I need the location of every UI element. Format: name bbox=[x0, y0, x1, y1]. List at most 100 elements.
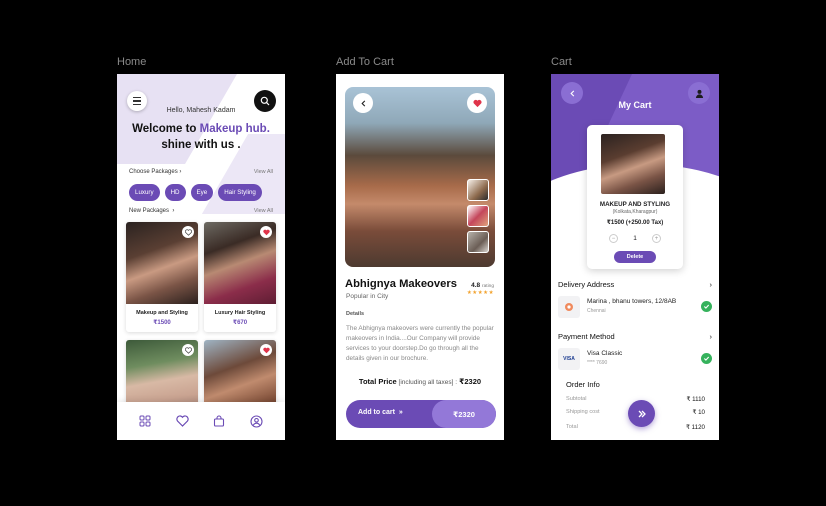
delivery-title: Delivery Address bbox=[558, 280, 615, 289]
card-number: **** 7690 bbox=[587, 360, 608, 366]
package-image bbox=[126, 222, 198, 304]
package-price: ₹670 bbox=[232, 320, 248, 326]
product-title: Abhignya Makeovers bbox=[345, 278, 457, 290]
cart-item-location: (Kolkata,Kharagpur) bbox=[612, 209, 658, 215]
thumbnail[interactable] bbox=[467, 231, 489, 253]
check-icon bbox=[701, 301, 712, 312]
package-title: Luxury Hair Styling bbox=[214, 310, 266, 316]
favorite-button[interactable] bbox=[182, 226, 194, 238]
order-label: Shipping cost bbox=[566, 409, 600, 415]
address-line: Marina , bhanu towers, 12/8AB bbox=[587, 298, 677, 305]
welcome-accent: Makeup hub. bbox=[199, 123, 270, 135]
add-to-cart-button[interactable]: Add to cart » ₹2320 bbox=[346, 400, 496, 428]
total-value: ₹2320 bbox=[459, 377, 482, 386]
favorite-button[interactable] bbox=[260, 344, 272, 356]
chevron-right-icon: › bbox=[172, 208, 175, 214]
cart-item-name: MAKEUP AND STYLING bbox=[599, 201, 671, 208]
cart-screen-label: Cart bbox=[551, 56, 572, 68]
profile-icon[interactable] bbox=[250, 414, 263, 428]
rating-value: 4.8 bbox=[471, 282, 481, 289]
check-icon bbox=[701, 353, 712, 364]
package-price: ₹1500 bbox=[153, 320, 171, 326]
chip-luxury[interactable]: Luxury bbox=[129, 184, 160, 201]
back-button[interactable] bbox=[353, 93, 373, 113]
chevron-right-icon: › bbox=[179, 169, 182, 175]
packages-title[interactable]: Choose Packages › bbox=[129, 169, 181, 175]
total-label: Total Price bbox=[358, 377, 397, 386]
card-name: Visa Classic bbox=[587, 350, 623, 357]
delivery-address-header[interactable]: Delivery Address › bbox=[558, 280, 712, 289]
cart-item-card: MAKEUP AND STYLING (Kolkata,Kharagpur) ₹… bbox=[587, 125, 683, 269]
packages-header: Choose Packages › View All bbox=[129, 169, 273, 175]
chip-hd[interactable]: HD bbox=[164, 184, 186, 201]
chevron-left-icon bbox=[360, 99, 365, 107]
package-card[interactable]: Makeup and Styling ₹1500 bbox=[126, 222, 198, 332]
total-price: Total Price [including all taxes] : ₹232… bbox=[336, 377, 504, 386]
product-subtitle: Popular in City bbox=[346, 293, 389, 300]
address-city: Chennai bbox=[587, 308, 606, 314]
address-row[interactable]: Marina , bhanu towers, 12/8AB Chennai bbox=[558, 296, 712, 318]
package-card[interactable]: Luxury Hair Styling ₹670 bbox=[204, 222, 276, 332]
thumbnail[interactable] bbox=[467, 205, 489, 227]
details-heading: Details bbox=[346, 311, 365, 317]
cart-item-image bbox=[601, 134, 665, 194]
order-label: Subtotal bbox=[566, 396, 587, 402]
heart-icon bbox=[472, 99, 482, 107]
home-screen: Hello, Mahesh Kadam Welcome to Makeup hu… bbox=[117, 74, 285, 440]
welcome-heading: Welcome to Makeup hub. shine with us . bbox=[117, 121, 285, 153]
cart-item-price: ₹1500 (+250.00 Tax) bbox=[606, 220, 664, 226]
search-icon bbox=[260, 96, 270, 106]
heart-icon bbox=[262, 229, 270, 235]
details-text: The Abhignya makeovers were currently th… bbox=[346, 325, 494, 362]
page-title: My Cart bbox=[618, 100, 652, 110]
visa-card-icon: VISA bbox=[558, 348, 580, 370]
star-icons: ★★★★★ bbox=[466, 290, 494, 296]
heart-icon bbox=[262, 347, 270, 353]
increase-button[interactable]: + bbox=[652, 234, 661, 243]
double-chevron-icon: » bbox=[398, 409, 403, 416]
favorite-button[interactable] bbox=[260, 226, 272, 238]
checkout-button[interactable] bbox=[628, 400, 655, 427]
chip-eye[interactable]: Eye bbox=[190, 184, 214, 201]
cart-price: ₹2320 bbox=[432, 400, 496, 428]
welcome-line2: shine with us . bbox=[161, 139, 241, 151]
heart-icon[interactable] bbox=[176, 415, 189, 427]
double-chevron-icon bbox=[638, 410, 646, 417]
chip-hair-styling[interactable]: Hair Styling bbox=[218, 184, 262, 201]
user-icon bbox=[695, 89, 703, 98]
order-info-title: Order Info bbox=[566, 380, 600, 389]
grid-icon[interactable] bbox=[139, 415, 151, 427]
payment-title: Payment Method bbox=[558, 332, 615, 341]
heart-icon bbox=[184, 228, 192, 236]
bottom-navigation bbox=[117, 402, 285, 440]
add-to-cart-screen-label: Add To Cart bbox=[336, 56, 394, 68]
chevron-left-icon bbox=[569, 89, 574, 97]
cart-screen: My Cart MAKEUP AND STYLING (Kolkata,Khar… bbox=[551, 74, 719, 440]
thumbnail[interactable] bbox=[467, 179, 489, 201]
order-value: ₹ 1110 bbox=[686, 396, 705, 403]
order-label: Total bbox=[566, 424, 578, 430]
visa-badge: VISA bbox=[563, 356, 575, 362]
chevron-right-icon: › bbox=[709, 332, 713, 341]
decrease-button[interactable]: − bbox=[609, 234, 618, 243]
home-screen-label: Home bbox=[117, 56, 147, 68]
new-packages-title[interactable]: New Packages › bbox=[129, 208, 174, 214]
location-icon bbox=[558, 296, 580, 318]
chevron-right-icon: › bbox=[709, 280, 713, 289]
view-all-packages-link[interactable]: View All bbox=[254, 169, 273, 175]
rating: 4.8 rating ★★★★★ bbox=[467, 282, 494, 296]
payment-row[interactable]: VISA Visa Classic **** 7690 bbox=[558, 348, 712, 370]
payment-method-header[interactable]: Payment Method › bbox=[558, 332, 712, 341]
quantity-value: 1 bbox=[633, 235, 637, 242]
quantity-stepper: − 1 + bbox=[609, 234, 661, 243]
delete-button[interactable]: Delete bbox=[614, 251, 656, 263]
tax-note: [including all taxes] : bbox=[396, 379, 458, 386]
order-value: ₹ 1120 bbox=[686, 424, 705, 431]
view-all-new-link[interactable]: View All bbox=[254, 208, 273, 214]
welcome-prefix: Welcome to bbox=[132, 123, 200, 135]
favorite-button[interactable] bbox=[182, 344, 194, 356]
product-hero-image bbox=[345, 87, 495, 267]
favorite-button[interactable] bbox=[467, 93, 487, 113]
order-value: ₹ 10 bbox=[692, 409, 705, 416]
shopping-bag-icon[interactable] bbox=[213, 415, 225, 427]
